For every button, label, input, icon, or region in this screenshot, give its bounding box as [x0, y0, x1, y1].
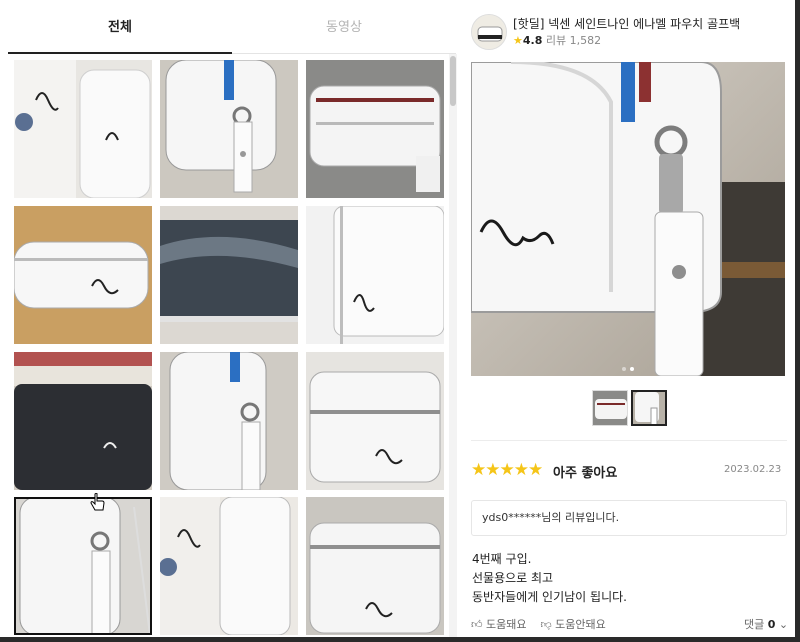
helpful-button[interactable]: 도움돼요	[486, 618, 526, 631]
photo-thumb[interactable]	[14, 60, 152, 198]
carousel-dot-active[interactable]	[630, 367, 634, 371]
rating-score: 4.8	[522, 34, 543, 47]
main-review-photo[interactable]	[471, 62, 785, 376]
not-helpful-button[interactable]: 도움안돼요	[555, 618, 606, 631]
photo-thumb[interactable]	[306, 497, 444, 635]
photo-thumb[interactable]	[160, 206, 298, 344]
comments-count: 0	[767, 618, 776, 631]
review-count: 1,582	[569, 34, 602, 47]
tab-video[interactable]: 동영상	[232, 6, 456, 54]
reviewer-id: yds0******	[482, 511, 542, 524]
product-title[interactable]: [핫딜] 넥센 세인트나인 에나멜 파우치 골프백	[513, 15, 740, 32]
reviewer-box: yds0******님의 리뷰입니다.	[471, 500, 787, 536]
review-line: 4번째 구입.	[472, 552, 532, 566]
star-icon: ★	[513, 34, 523, 47]
rating-label: 아주 좋아요	[553, 466, 618, 481]
photo-thumb[interactable]	[160, 497, 298, 635]
backdrop-edge	[0, 637, 800, 642]
photo-thumb[interactable]	[14, 206, 152, 344]
divider	[471, 440, 787, 441]
review-line: 선물용으로 최고	[472, 571, 554, 585]
product-rating: ★4.8 리뷰 1,582	[513, 32, 601, 48]
photo-thumb[interactable]	[306, 206, 444, 344]
photo-thumb[interactable]	[306, 60, 444, 198]
photo-thumb[interactable]	[160, 60, 298, 198]
photo-thumb[interactable]	[14, 352, 152, 490]
review-photo-modal: 전체 동영상 [핫딜] 넥센 세인트나인 에나멜 파우치 골프백 ★4.8 리뷰…	[0, 0, 795, 637]
comments-label: 댓글	[744, 618, 765, 631]
grid-scrollbar[interactable]	[449, 54, 457, 637]
comments-toggle[interactable]: 댓글 0 ⌄	[744, 616, 788, 632]
mini-thumb[interactable]	[592, 390, 628, 426]
review-text: 4번째 구입. 선물용으로 최고 동반자들에게 인기남이 됩니다.	[472, 550, 627, 607]
mini-thumb-active[interactable]	[631, 390, 667, 426]
thumbs-up-icon[interactable]: 👍︎	[471, 618, 483, 631]
photo-thumb-selected[interactable]	[14, 497, 152, 635]
chevron-down-icon: ⌄	[778, 618, 789, 631]
review-stars: ★★★★★	[471, 460, 543, 480]
scrollbar-thumb[interactable]	[450, 56, 456, 106]
review-date: 2023.02.23	[724, 464, 782, 475]
review-label: 리뷰	[545, 34, 567, 47]
photo-thumb[interactable]	[306, 352, 444, 490]
photo-grid	[14, 60, 444, 637]
carousel-indicator	[620, 356, 636, 375]
hand-cursor-icon	[90, 493, 105, 511]
reviewer-suffix: 님의 리뷰입니다.	[541, 511, 620, 524]
carousel-dot[interactable]	[622, 367, 626, 371]
thumbs-down-icon[interactable]: 👎︎	[540, 618, 551, 631]
photo-thumb[interactable]	[160, 352, 298, 490]
tab-all[interactable]: 전체	[8, 6, 232, 54]
backdrop-edge	[795, 0, 800, 642]
review-feedback: 👍︎ 도움돼요 👎︎ 도움안돼요	[471, 616, 606, 632]
product-thumbnail[interactable]	[471, 14, 507, 50]
review-line: 동반자들에게 인기남이 됩니다.	[472, 590, 627, 604]
media-tabs: 전체 동영상	[8, 6, 456, 54]
